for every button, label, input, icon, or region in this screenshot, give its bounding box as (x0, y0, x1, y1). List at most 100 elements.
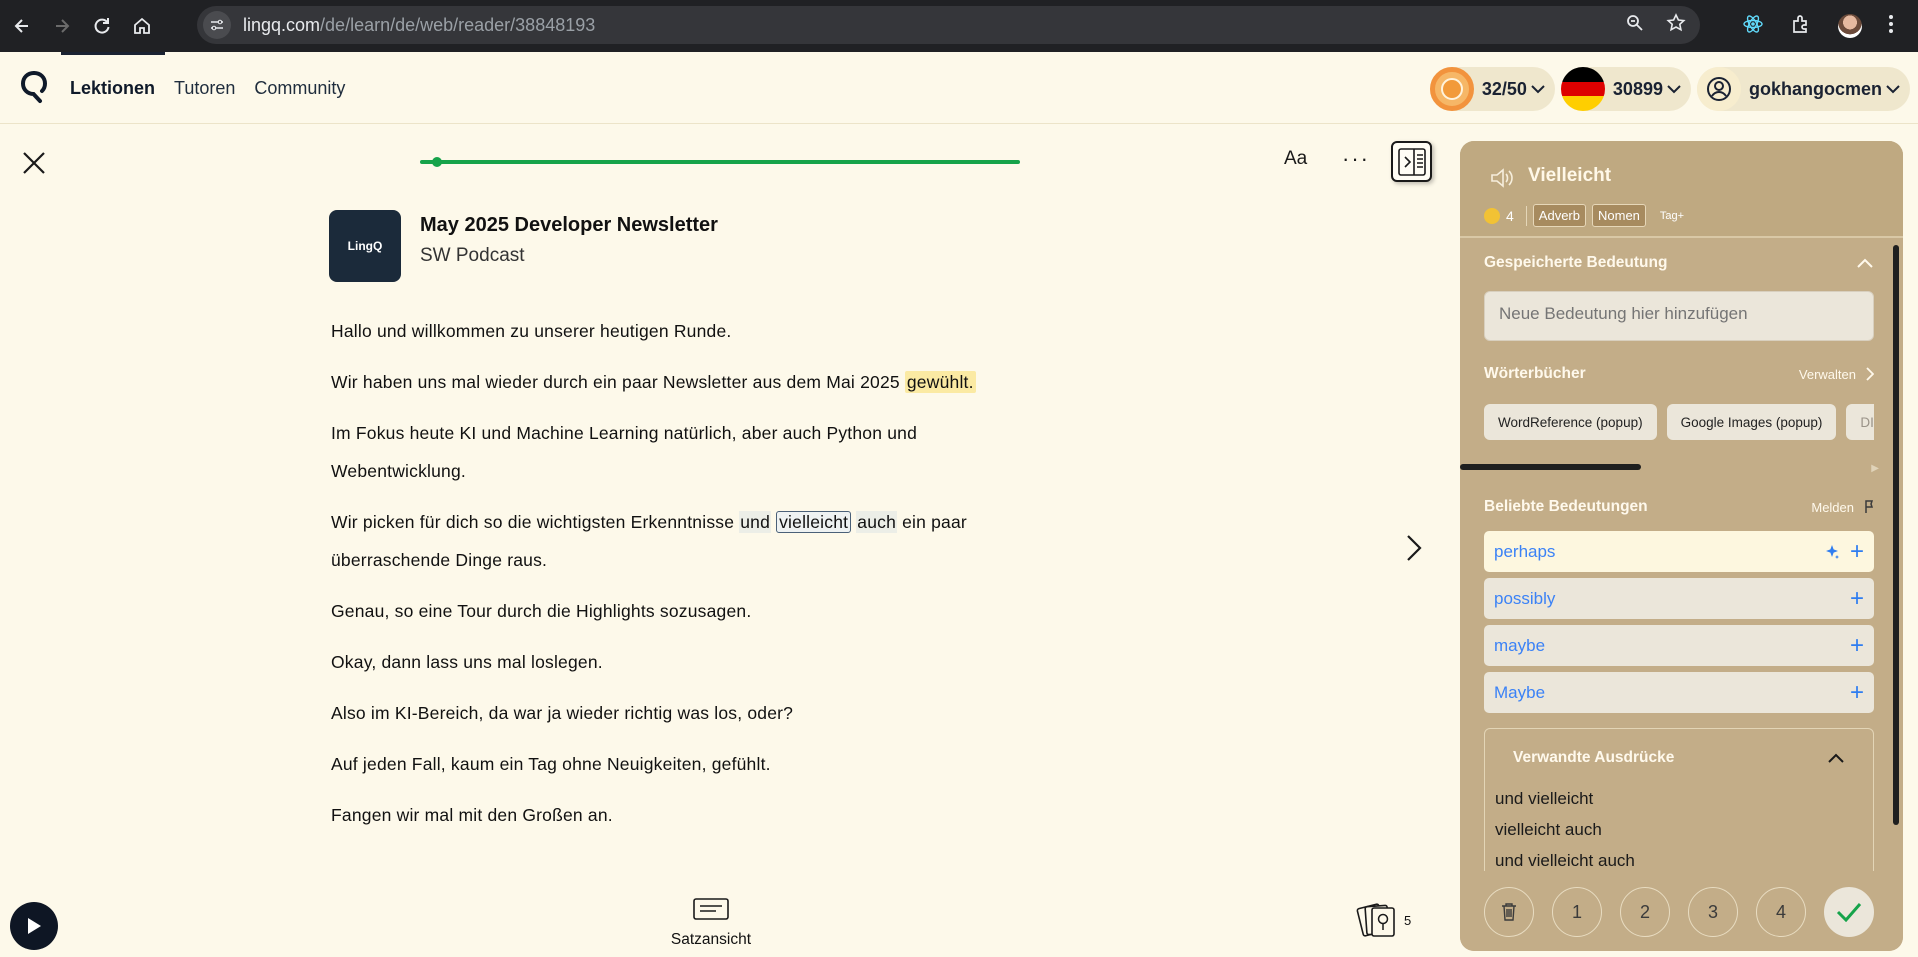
related-expressions-header[interactable]: Verwandte Ausdrücke (1495, 739, 1863, 783)
meaning-option[interactable]: possibly + (1484, 578, 1874, 619)
dictionary-scrollbar[interactable]: ▶ (1460, 463, 1903, 474)
manage-dictionaries-link[interactable]: Verwalten (1799, 367, 1874, 382)
status-level-1[interactable]: 1 (1552, 887, 1602, 937)
paragraph[interactable]: Auf jeden Fall, kaum ein Tag ohne Neuigk… (331, 745, 1051, 783)
next-page-icon[interactable] (1402, 530, 1426, 566)
more-options-button[interactable]: ··· (1342, 146, 1370, 172)
bookmark-star-icon[interactable] (1666, 12, 1686, 38)
add-meaning-icon[interactable]: + (1850, 679, 1864, 707)
site-settings-icon[interactable] (203, 11, 231, 39)
chevron-up-icon[interactable] (1827, 752, 1845, 764)
status-level-4[interactable]: 4 (1756, 887, 1806, 937)
related-expression[interactable]: und vielleicht (1495, 783, 1863, 814)
tag-adverb[interactable]: Adverb (1532, 204, 1586, 227)
section-title: Gespeicherte Bedeutung (1484, 254, 1668, 271)
tag-nomen[interactable]: Nomen (1592, 204, 1646, 227)
lesson-thumbnail: LingQ (329, 210, 401, 282)
meaning-option[interactable]: Maybe + (1484, 672, 1874, 713)
scrollbar-thumb[interactable] (1460, 464, 1641, 470)
sentence-view-icon (693, 898, 729, 920)
chevron-up-icon[interactable] (1856, 257, 1874, 269)
saved-meaning-section[interactable]: Gespeicherte Bedeutung (1484, 249, 1874, 277)
add-meaning-icon[interactable]: + (1850, 538, 1864, 566)
language-pill[interactable]: 30899 (1560, 67, 1691, 111)
streak-pill[interactable]: 32/50 (1429, 67, 1555, 111)
paragraph[interactable]: Hallo und willkommen zu unserer heutigen… (331, 312, 1051, 350)
toggle-sidebar-button[interactable] (1391, 141, 1432, 182)
paragraph[interactable]: Genau, so eine Tour durch die Highlights… (331, 592, 1051, 630)
user-pill[interactable]: gokhangocmen (1696, 67, 1910, 111)
add-tag-button[interactable]: Tag+ (1660, 210, 1684, 222)
dictionary-list: WordReference (popup) Google Images (pop… (1484, 404, 1874, 440)
delete-lingq-button[interactable] (1484, 887, 1534, 937)
chevron-down-icon (1531, 84, 1545, 93)
add-meaning-icon[interactable]: + (1850, 632, 1864, 660)
report-link[interactable]: Melden (1811, 500, 1874, 515)
mark-known-button[interactable] (1824, 887, 1874, 937)
status-smile-icon (1484, 207, 1500, 224)
manage-label: Verwalten (1798, 366, 1856, 382)
paragraph[interactable]: Im Fokus heute KI und Machine Learning n… (331, 414, 1051, 490)
address-bar[interactable]: lingq.com/de/learn/de/web/reader/3884819… (197, 6, 1700, 44)
meaning-text: maybe (1494, 635, 1546, 655)
related-expression[interactable]: vielleicht auch (1495, 814, 1863, 845)
phrase-word[interactable]: und (739, 511, 772, 533)
nav-community[interactable]: Community (254, 78, 345, 99)
nav-tutoren[interactable]: Tutoren (174, 78, 235, 99)
lesson-text: Hallo und willkommen zu unserer heutigen… (331, 312, 1051, 847)
play-audio-button[interactable] (10, 902, 58, 950)
sidebar-panel-icon (1397, 147, 1426, 176)
paragraph[interactable]: Also im KI-Bereich, da war ja wieder ric… (331, 694, 1051, 732)
react-devtools-icon[interactable] (1742, 13, 1764, 40)
section-title: Wörterbücher (1484, 365, 1586, 382)
status-level-3[interactable]: 3 (1688, 887, 1738, 937)
sentence-text[interactable]: Wir haben uns mal wieder durch ein paar … (331, 372, 905, 392)
zoom-icon[interactable] (1626, 14, 1644, 37)
dictionaries-section: Wörterbücher Verwalten (1484, 360, 1874, 388)
lingq-word[interactable]: gewühlt. (904, 371, 976, 393)
lesson-thumb-logo: LingQ (347, 239, 383, 253)
panel-scrollbar[interactable] (1893, 231, 1899, 851)
scrollbar-thumb[interactable] (1893, 245, 1899, 825)
forward-icon[interactable] (44, 8, 80, 44)
url-text: lingq.com/de/learn/de/web/reader/3884819… (243, 15, 595, 36)
status-bar: 1 2 3 4 (1460, 871, 1903, 951)
status-level-2[interactable]: 2 (1620, 887, 1670, 937)
dictionary-chip[interactable]: WordReference (popup) (1484, 404, 1657, 440)
progress-knob[interactable] (432, 157, 442, 167)
sentence-text[interactable]: Wir picken für dich so die wichtigsten E… (331, 512, 739, 532)
nav-lektionen[interactable]: Lektionen (70, 78, 155, 99)
reload-icon[interactable] (84, 8, 120, 44)
flashcards-button[interactable]: 5 (1356, 900, 1411, 940)
lingq-logo-icon[interactable] (20, 70, 48, 104)
close-icon[interactable] (21, 150, 47, 176)
german-flag-icon (1560, 67, 1605, 111)
back-icon[interactable] (4, 8, 40, 44)
paragraph[interactable]: Okay, dann lass uns mal loslegen. (331, 643, 1051, 681)
add-meaning-icon[interactable]: + (1850, 585, 1864, 613)
ai-sparkle-icon[interactable] (1824, 544, 1840, 560)
meaning-input[interactable] (1484, 291, 1874, 341)
home-icon[interactable] (124, 8, 160, 44)
popular-meanings-section: Beliebte Bedeutungen Melden (1484, 493, 1874, 521)
chrome-menu-icon[interactable] (1888, 14, 1894, 39)
scroll-right-icon[interactable]: ▶ (1871, 463, 1879, 474)
section-title: Verwandte Ausdrücke (1513, 749, 1675, 766)
play-icon (28, 918, 41, 934)
extensions-icon[interactable] (1790, 13, 1812, 40)
profile-avatar[interactable] (1838, 14, 1862, 38)
speaker-icon[interactable] (1490, 167, 1516, 189)
lesson-progress-bar[interactable] (420, 157, 1020, 167)
meaning-option[interactable]: perhaps + (1484, 531, 1874, 572)
paragraph[interactable]: Wir picken für dich so die wichtigsten E… (331, 503, 1051, 579)
phrase-word[interactable]: auch (856, 511, 898, 533)
dictionary-chip[interactable]: DI (1846, 404, 1874, 440)
sentence-view-button[interactable]: Satzansicht (665, 898, 757, 949)
meaning-option[interactable]: maybe + (1484, 625, 1874, 666)
paragraph[interactable]: Fangen wir mal mit den Großen an. (331, 796, 1051, 834)
divider (1460, 236, 1903, 238)
paragraph[interactable]: Wir haben uns mal wieder durch ein paar … (331, 363, 1051, 401)
dictionary-chip[interactable]: Google Images (popup) (1666, 404, 1837, 440)
selected-word[interactable]: vielleicht (776, 511, 852, 533)
font-settings-button[interactable]: Aa (1284, 148, 1307, 170)
